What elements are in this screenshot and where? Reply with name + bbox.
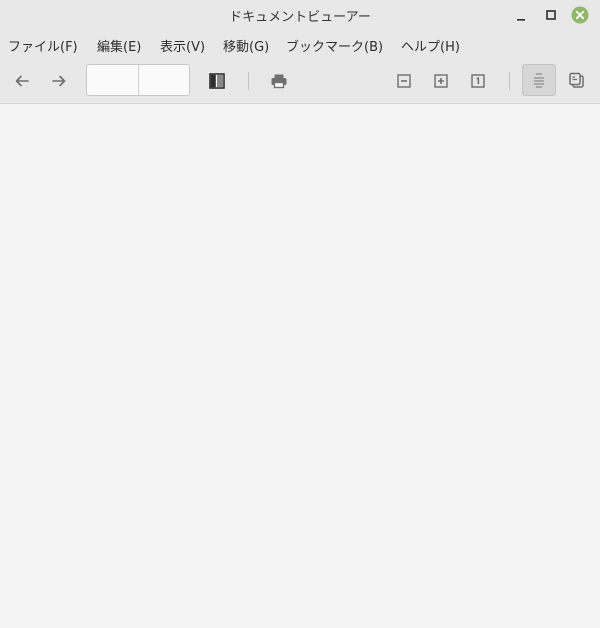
current-page-input[interactable] — [87, 65, 138, 95]
menu-bookmarks[interactable]: ブックマーク(B) — [286, 36, 383, 55]
toolbar-separator — [509, 72, 510, 90]
page-selector — [86, 64, 190, 96]
menu-help[interactable]: ヘルプ(H) — [401, 36, 460, 55]
sidebar-toggle-icon — [209, 73, 225, 89]
zoom-in-button[interactable] — [427, 67, 455, 95]
title-bar[interactable]: ドキュメントビューアー — [0, 0, 600, 30]
window-title: ドキュメントビューアー — [229, 10, 371, 25]
close-button[interactable] — [570, 5, 590, 25]
total-pages-field — [139, 65, 189, 95]
menu-bar: ファイル(F) 編集(E) 表示(V) 移動(G) ブックマーク(B) ヘルプ(… — [0, 30, 600, 58]
toolbar-separator — [248, 72, 249, 90]
zoom-original-icon — [471, 74, 485, 88]
arrow-right-icon — [52, 75, 66, 87]
zoom-out-icon — [397, 74, 411, 88]
zoom-out-button[interactable] — [390, 67, 418, 95]
minimize-icon — [517, 19, 525, 21]
menu-file[interactable]: ファイル(F) — [8, 36, 78, 55]
zoom-in-icon — [434, 74, 448, 88]
dual-page-icon — [569, 72, 584, 88]
document-viewer-window: ドキュメントビューアー ファイル(F) 編集(E) 表示(V) 移動(G) ブッ… — [0, 0, 600, 628]
dual-page-button[interactable] — [563, 67, 591, 95]
printer-icon — [271, 74, 287, 89]
zoom-original-button[interactable] — [464, 67, 492, 95]
maximize-icon — [546, 10, 556, 20]
maximize-button[interactable] — [541, 5, 561, 25]
arrow-left-icon — [15, 75, 29, 87]
forward-button[interactable] — [45, 67, 73, 95]
continuous-view-icon — [534, 73, 544, 88]
minimize-button[interactable] — [511, 5, 531, 25]
back-button[interactable] — [8, 67, 36, 95]
document-view-area[interactable] — [0, 104, 600, 628]
toolbar — [0, 58, 600, 104]
menu-view[interactable]: 表示(V) — [160, 36, 205, 55]
sidebar-toggle-button[interactable] — [203, 67, 231, 95]
close-icon — [571, 6, 589, 24]
continuous-view-button[interactable] — [522, 64, 556, 96]
menu-edit[interactable]: 編集(E) — [97, 36, 141, 55]
print-button[interactable] — [265, 67, 293, 95]
menu-go[interactable]: 移動(G) — [223, 36, 269, 55]
